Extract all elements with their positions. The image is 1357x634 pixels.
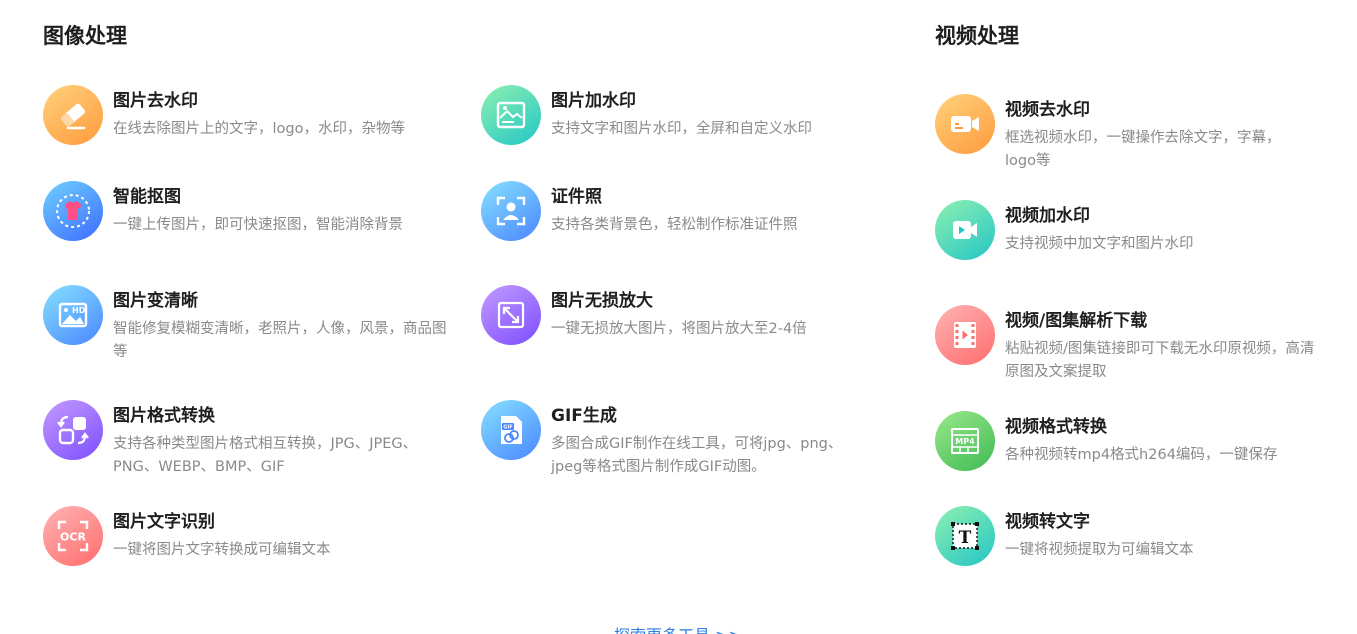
tool-image-ocr[interactable]: OCR 图片文字识别 一键将图片文字转换成可编辑文本 xyxy=(43,506,463,566)
tool-image-remove-watermark[interactable]: 图片去水印 在线去除图片上的文字，logo，水印，杂物等 xyxy=(43,85,463,145)
tool-desc: 支持各类背景色，轻松制作标准证件照 xyxy=(551,217,798,233)
tool-video-remove-watermark[interactable]: 视频去水印 框选视频水印，一键操作去除文字，字幕，logo等 xyxy=(935,94,1335,173)
tool-name: 视频去水印 xyxy=(1005,100,1090,120)
tool-desc: 粘贴视频/图集链接即可下载无水印原视频，高清原图及文案提取 xyxy=(1005,341,1315,380)
cutout-shirt-icon xyxy=(43,181,103,241)
text-extract-icon: T xyxy=(935,506,995,566)
id-photo-icon xyxy=(481,181,541,241)
tool-video-to-text[interactable]: T 视频转文字 一键将视频提取为可编辑文本 xyxy=(935,506,1335,566)
tool-desc: 各种视频转mp4格式h264编码，一键保存 xyxy=(1005,447,1278,463)
tool-name: 智能抠图 xyxy=(113,187,181,207)
tool-name: 图片文字识别 xyxy=(113,512,215,532)
tool-desc: 支持视频中加文字和图片水印 xyxy=(1005,236,1194,252)
format-convert-icon xyxy=(43,400,103,460)
video-camera-icon xyxy=(935,94,995,154)
tool-desc: 智能修复模糊变清晰，老照片，人像，风景，商品图等 xyxy=(113,321,447,360)
tool-image-format-convert[interactable]: 图片格式转换 支持各种类型图片格式相互转换，JPG、JPEG、PNG、WEBP、… xyxy=(43,400,453,479)
tool-desc: 一键上传图片，即可快速抠图，智能消除背景 xyxy=(113,217,403,233)
tool-name: 视频格式转换 xyxy=(1005,417,1107,437)
mp4-icon: MP4 xyxy=(935,411,995,471)
svg-text:GIF: GIF xyxy=(503,425,512,431)
tool-name: GIF生成 xyxy=(551,406,617,426)
tool-video-parse-download[interactable]: 视频/图集解析下载 粘贴视频/图集链接即可下载无水印原视频，高清原图及文案提取 xyxy=(935,305,1335,384)
ocr-icon: OCR xyxy=(43,506,103,566)
tool-name: 图片去水印 xyxy=(113,91,198,111)
tool-gif-maker[interactable]: GIF GIF生成 多图合成GIF制作在线工具，可将jpg、png、jpeg等格… xyxy=(481,400,881,479)
tool-desc: 框选视频水印，一键操作去除文字，字幕，logo等 xyxy=(1005,130,1281,169)
tool-image-enlarge[interactable]: 图片无损放大 一键无损放大图片，将图片放大至2-4倍 xyxy=(481,285,881,345)
gif-file-icon: GIF xyxy=(481,400,541,460)
tool-desc: 一键将视频提取为可编辑文本 xyxy=(1005,542,1194,558)
tool-name: 图片无损放大 xyxy=(551,291,653,311)
tool-image-sharpen[interactable]: HD 图片变清晰 智能修复模糊变清晰，老照片，人像，风景，商品图等 xyxy=(43,285,453,364)
tool-image-add-watermark[interactable]: 图片加水印 支持文字和图片水印，全屏和自定义水印 xyxy=(481,85,881,145)
eraser-icon xyxy=(43,85,103,145)
tool-desc: 多图合成GIF制作在线工具，可将jpg、png、jpeg等格式图片制作成GIF动… xyxy=(551,436,843,475)
image-watermark-icon xyxy=(481,85,541,145)
hd-image-icon: HD xyxy=(43,285,103,345)
video-section-title: 视频处理 xyxy=(935,24,1019,48)
text-icon-label: T xyxy=(959,528,972,548)
enlarge-icon xyxy=(481,285,541,345)
video-play-icon xyxy=(935,200,995,260)
tool-desc: 支持文字和图片水印，全屏和自定义水印 xyxy=(551,121,812,137)
tool-name: 图片格式转换 xyxy=(113,406,215,426)
tool-name: 图片变清晰 xyxy=(113,291,198,311)
explore-more-link[interactable]: 探索更多工具 >> xyxy=(614,622,742,634)
tool-smart-cutout[interactable]: 智能抠图 一键上传图片，即可快速抠图，智能消除背景 xyxy=(43,181,463,241)
mp4-icon-label: MP4 xyxy=(955,437,975,446)
tool-desc: 一键将图片文字转换成可编辑文本 xyxy=(113,542,331,558)
tool-name: 视频/图集解析下载 xyxy=(1005,311,1148,331)
tool-video-format-convert[interactable]: MP4 视频格式转换 各种视频转mp4格式h264编码，一键保存 xyxy=(935,411,1335,471)
tool-desc: 在线去除图片上的文字，logo，水印，杂物等 xyxy=(113,121,405,137)
svg-text:HD: HD xyxy=(72,306,86,315)
ocr-icon-label: OCR xyxy=(60,531,86,544)
tool-desc: 一键无损放大图片，将图片放大至2-4倍 xyxy=(551,321,807,337)
tool-video-add-watermark[interactable]: 视频加水印 支持视频中加文字和图片水印 xyxy=(935,200,1335,260)
film-strip-icon xyxy=(935,305,995,365)
tool-name: 视频转文字 xyxy=(1005,512,1090,532)
tool-name: 视频加水印 xyxy=(1005,206,1090,226)
tool-desc: 支持各种类型图片格式相互转换，JPG、JPEG、PNG、WEBP、BMP、GIF xyxy=(113,436,418,475)
image-section-title: 图像处理 xyxy=(43,24,127,48)
tool-id-photo[interactable]: 证件照 支持各类背景色，轻松制作标准证件照 xyxy=(481,181,881,241)
tool-name: 证件照 xyxy=(551,187,602,207)
tool-name: 图片加水印 xyxy=(551,91,636,111)
